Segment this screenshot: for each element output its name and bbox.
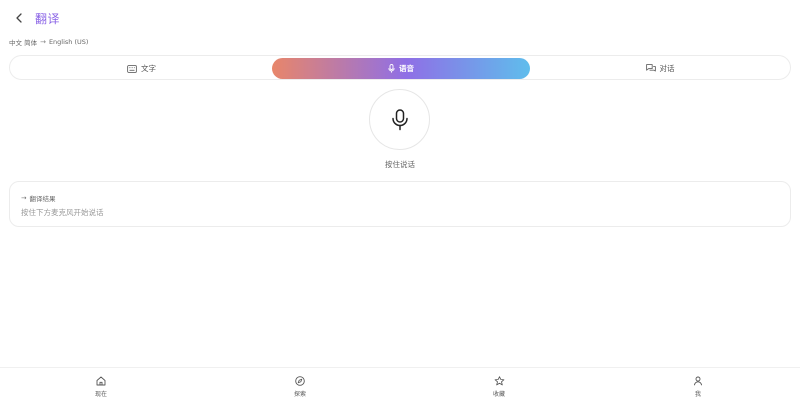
nav-item-me[interactable]: 我 xyxy=(678,376,718,398)
result-title: → 翻译结果 xyxy=(21,193,55,203)
home-icon xyxy=(96,376,106,386)
result-placeholder: 按住下方麦克风开始说话 xyxy=(21,208,104,217)
arrow-right-icon: → xyxy=(21,194,27,202)
tab-label: 语音 xyxy=(399,64,414,73)
tab-text[interactable]: 文字 xyxy=(12,58,271,79)
nav-label: 现在 xyxy=(94,391,107,398)
arrow-right-icon: → xyxy=(40,38,46,46)
language-pair[interactable]: 中文 简体 → English (US) xyxy=(9,37,88,47)
tab-label: 对话 xyxy=(659,64,675,73)
back-button[interactable] xyxy=(12,11,26,25)
tab-label: 文字 xyxy=(141,64,156,73)
target-language: English (US) xyxy=(48,38,89,46)
bottom-navigation: 现在 探索 收藏 我 xyxy=(0,367,800,405)
mode-tabs: 文字 语音 对话 xyxy=(9,55,791,80)
microphone-icon xyxy=(388,64,395,73)
translation-result-card: → 翻译结果 按住下方麦克风开始说话 xyxy=(9,181,791,227)
microphone-button[interactable] xyxy=(369,89,430,150)
nav-label: 收藏 xyxy=(492,391,505,398)
source-language: 中文 简体 xyxy=(9,39,38,47)
page-title: 翻译 xyxy=(35,12,61,26)
result-title-label: 翻译结果 xyxy=(29,195,56,203)
compass-icon xyxy=(295,376,305,386)
chat-bubbles-icon xyxy=(645,64,656,72)
tab-voice[interactable]: 语音 xyxy=(272,58,530,79)
star-icon xyxy=(494,376,504,386)
person-icon xyxy=(694,376,702,386)
nav-item-home[interactable]: 现在 xyxy=(81,376,121,398)
microphone-icon xyxy=(391,108,408,130)
keyboard-icon xyxy=(127,64,137,73)
chevron-left-icon xyxy=(16,13,22,23)
header: 翻译 xyxy=(0,0,800,36)
nav-item-explore[interactable]: 探索 xyxy=(280,376,320,398)
tab-dialog[interactable]: 对话 xyxy=(531,58,789,79)
nav-label: 我 xyxy=(694,391,701,398)
nav-item-favorites[interactable]: 收藏 xyxy=(479,376,519,398)
hold-to-speak-hint: 按住说话 xyxy=(385,160,415,169)
nav-label: 探索 xyxy=(293,391,306,398)
